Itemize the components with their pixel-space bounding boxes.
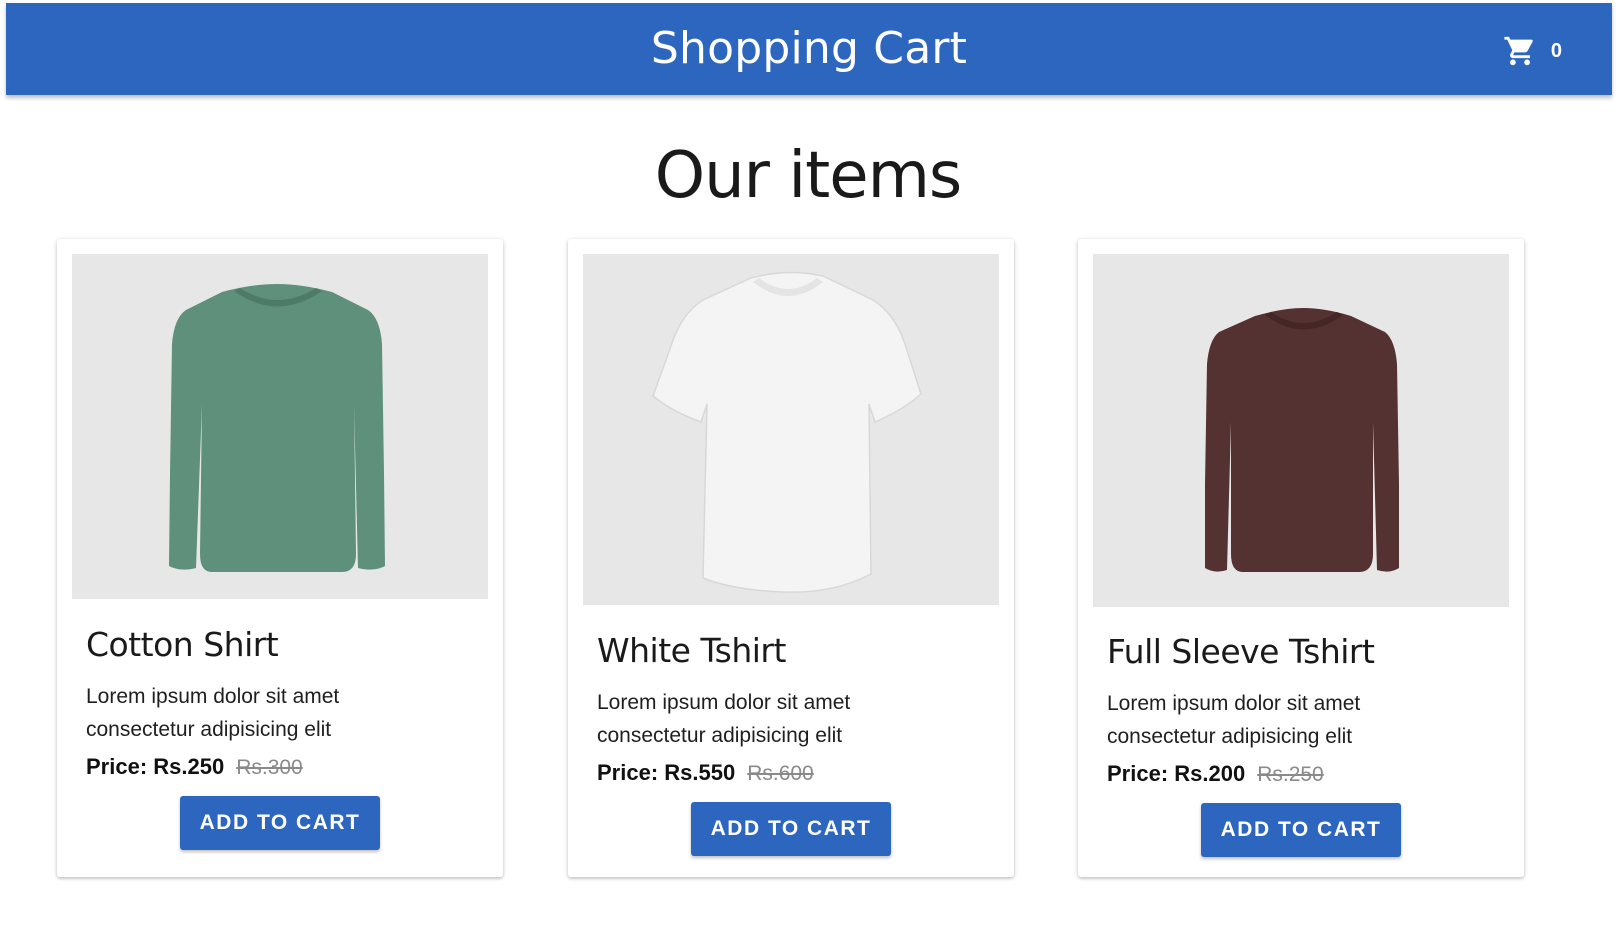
- product-description: Lorem ipsum dolor sit amet consectetur a…: [1107, 692, 1361, 748]
- price-original: Rs.300: [236, 756, 303, 779]
- app-bar: Shopping Cart 0: [6, 3, 1612, 95]
- product-price: Price: Rs.250 Rs.300: [86, 753, 303, 782]
- product-card-cotton-shirt: Cotton Shirt Lorem ipsum dolor sit amet …: [57, 239, 503, 877]
- product-name: White Tshirt: [597, 631, 786, 670]
- white-short-sleeve-tshirt: [652, 271, 922, 593]
- product-name: Full Sleeve Tshirt: [1107, 632, 1375, 671]
- shopping-cart-icon[interactable]: [1503, 34, 1537, 68]
- price-current: Price: Rs.250: [86, 754, 225, 779]
- product-card-full-sleeve-tshirt: Full Sleeve Tshirt Lorem ipsum dolor sit…: [1078, 239, 1524, 877]
- page-title: Our items: [654, 139, 963, 213]
- cart-count-badge: 0: [1550, 39, 1562, 62]
- product-image-green-shirt: [72, 254, 488, 599]
- price-current: Price: Rs.200: [1107, 761, 1246, 786]
- product-description: Lorem ipsum dolor sit amet consectetur a…: [86, 685, 340, 741]
- product-image-maroon-shirt: [1093, 254, 1509, 607]
- maroon-long-sleeve-shirt: [1205, 308, 1399, 572]
- product-price: Price: Rs.550 Rs.600: [597, 759, 814, 788]
- product-price: Price: Rs.200 Rs.250: [1107, 760, 1324, 789]
- app-title: Shopping Cart: [650, 23, 968, 74]
- green-long-sleeve-shirt: [169, 284, 385, 572]
- add-to-cart-button[interactable]: ADD TO CART: [180, 796, 380, 850]
- price-current: Price: Rs.550: [597, 760, 736, 785]
- add-to-cart-button[interactable]: ADD TO CART: [1201, 803, 1401, 857]
- cart-button[interactable]: 0: [1503, 33, 1562, 69]
- product-name: Cotton Shirt: [86, 625, 279, 664]
- add-to-cart-button[interactable]: ADD TO CART: [691, 802, 891, 856]
- price-original: Rs.600: [747, 762, 814, 785]
- price-original: Rs.250: [1257, 763, 1324, 786]
- product-image-white-tshirt: [583, 254, 999, 605]
- product-card-white-tshirt: White Tshirt Lorem ipsum dolor sit amet …: [568, 239, 1014, 877]
- product-description: Lorem ipsum dolor sit amet consectetur a…: [597, 691, 851, 747]
